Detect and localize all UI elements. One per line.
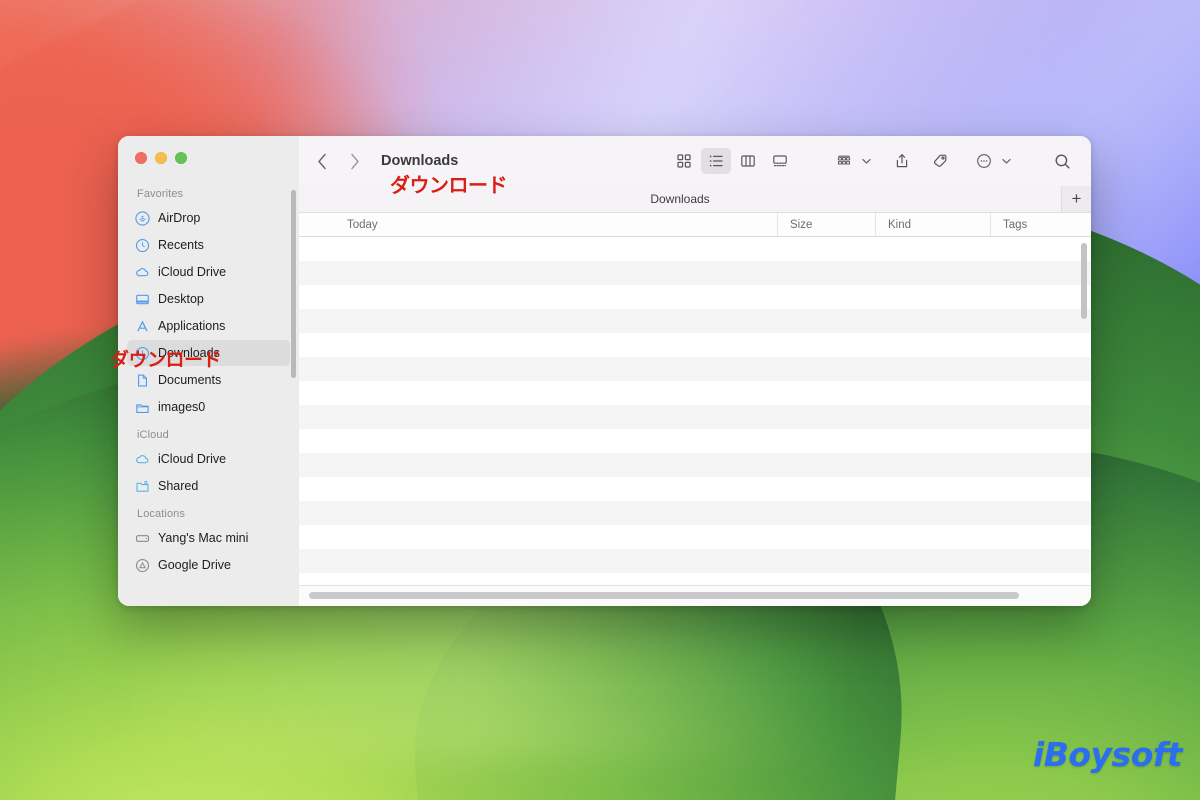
finder-toolbar: Downloads	[299, 136, 1091, 186]
column-header-tags[interactable]: Tags	[991, 213, 1091, 235]
sidebar-item-label: Shared	[158, 479, 198, 493]
more-actions-control[interactable]	[969, 148, 1013, 174]
file-list[interactable]	[299, 237, 1091, 585]
sidebar-group-title-favorites: Favorites	[118, 180, 299, 204]
file-row-empty	[299, 549, 1091, 573]
sidebar-item-images0[interactable]: images0	[127, 394, 290, 420]
sidebar-item-label: Documents	[158, 373, 221, 387]
search-icon[interactable]	[1047, 148, 1077, 174]
desktop-wallpaper: Favorites AirDrop Recents	[0, 0, 1200, 800]
zoom-button[interactable]	[175, 152, 187, 164]
close-button[interactable]	[135, 152, 147, 164]
file-list-column-headers: Today Size Kind Tags	[299, 213, 1091, 236]
cloud-icon	[135, 265, 150, 280]
tab-label: Downloads	[650, 192, 709, 206]
file-list-vertical-scrollbar[interactable]	[1081, 243, 1087, 319]
sidebar-item-desktop[interactable]: Desktop	[127, 286, 290, 312]
group-by-control[interactable]	[829, 148, 873, 174]
sidebar-item-shared[interactable]: Shared	[127, 473, 290, 499]
minimize-button[interactable]	[155, 152, 167, 164]
more-actions-icon[interactable]	[969, 148, 999, 174]
sidebar-group-title-locations: Locations	[118, 500, 299, 524]
sidebar-item-airdrop[interactable]: AirDrop	[127, 205, 290, 231]
gallery-view-icon[interactable]	[765, 148, 795, 174]
file-row-empty	[299, 357, 1091, 381]
sidebar-item-label: AirDrop	[158, 211, 200, 225]
sidebar-item-recents[interactable]: Recents	[127, 232, 290, 258]
finder-tab-bar: Downloads +	[299, 186, 1091, 213]
google-drive-icon	[135, 558, 150, 573]
sidebar-item-downloads[interactable]: Downloads	[127, 340, 290, 366]
file-row-empty	[299, 429, 1091, 453]
file-row-empty	[299, 309, 1091, 333]
file-row-empty	[299, 237, 1091, 261]
finder-sidebar: Favorites AirDrop Recents	[118, 136, 299, 606]
sidebar-item-label: Desktop	[158, 292, 204, 306]
window-traffic-lights	[135, 152, 187, 164]
sidebar-item-documents[interactable]: Documents	[127, 367, 290, 393]
cloud-icon	[135, 452, 150, 467]
sidebar-item-google-drive[interactable]: Google Drive	[127, 552, 290, 578]
grid-view-icon[interactable]	[669, 148, 699, 174]
sidebar-group-title-icloud: iCloud	[118, 421, 299, 445]
file-row-empty	[299, 525, 1091, 549]
horizontal-scrollbar-track[interactable]	[309, 592, 1081, 599]
finder-content-pane: Downloads	[299, 136, 1091, 606]
list-view-icon[interactable]	[701, 148, 731, 174]
file-row-empty	[299, 477, 1091, 501]
file-list-bottom-bar	[299, 585, 1091, 606]
column-header-size[interactable]: Size	[778, 213, 876, 235]
sidebar-item-label: Google Drive	[158, 558, 231, 572]
file-row-empty	[299, 261, 1091, 285]
airdrop-icon	[135, 211, 150, 226]
sidebar-item-icloud-drive[interactable]: iCloud Drive	[127, 259, 290, 285]
folder-icon	[135, 400, 150, 415]
file-row-empty	[299, 285, 1091, 309]
sidebar-item-label: images0	[158, 400, 205, 414]
shared-folder-icon	[135, 479, 150, 494]
clock-icon	[135, 238, 150, 253]
sidebar-item-yangs-mac-mini[interactable]: Yang's Mac mini	[127, 525, 290, 551]
sidebar-item-icloud-drive-2[interactable]: iCloud Drive	[127, 446, 290, 472]
file-row-empty	[299, 573, 1091, 585]
applications-icon	[135, 319, 150, 334]
back-button[interactable]	[309, 148, 335, 174]
horizontal-scrollbar-thumb[interactable]	[309, 592, 1019, 599]
file-row-empty	[299, 405, 1091, 429]
chevron-down-icon[interactable]	[999, 158, 1013, 165]
sidebar-item-label: iCloud Drive	[158, 452, 226, 466]
window-title: Downloads	[381, 153, 458, 169]
new-tab-button[interactable]: +	[1061, 186, 1091, 212]
tab-downloads[interactable]: Downloads	[299, 186, 1061, 212]
column-header-name[interactable]: Today	[299, 213, 778, 235]
forward-button[interactable]	[341, 148, 367, 174]
group-by-icon[interactable]	[829, 148, 859, 174]
file-row-empty	[299, 333, 1091, 357]
iboysoft-watermark: iBoysoft	[1033, 735, 1182, 774]
document-icon	[135, 373, 150, 388]
downloads-icon	[135, 346, 150, 361]
desktop-icon	[135, 292, 150, 307]
sidebar-item-label: Applications	[158, 319, 225, 333]
share-icon[interactable]	[887, 148, 917, 174]
sidebar-scrollbar[interactable]	[291, 190, 296, 378]
sidebar-item-label: Recents	[158, 238, 204, 252]
column-view-icon[interactable]	[733, 148, 763, 174]
view-mode-group	[669, 148, 795, 174]
column-header-kind[interactable]: Kind	[876, 213, 991, 235]
computer-icon	[135, 531, 150, 546]
sidebar-item-applications[interactable]: Applications	[127, 313, 290, 339]
tag-icon[interactable]	[925, 148, 955, 174]
finder-window: Favorites AirDrop Recents	[118, 136, 1091, 606]
file-row-empty	[299, 501, 1091, 525]
sidebar-item-label: Downloads	[158, 346, 220, 360]
navigation-buttons	[309, 148, 367, 174]
chevron-down-icon[interactable]	[859, 158, 873, 165]
file-row-empty	[299, 381, 1091, 405]
file-row-empty	[299, 453, 1091, 477]
sidebar-item-label: iCloud Drive	[158, 265, 226, 279]
sidebar-item-label: Yang's Mac mini	[158, 531, 248, 545]
